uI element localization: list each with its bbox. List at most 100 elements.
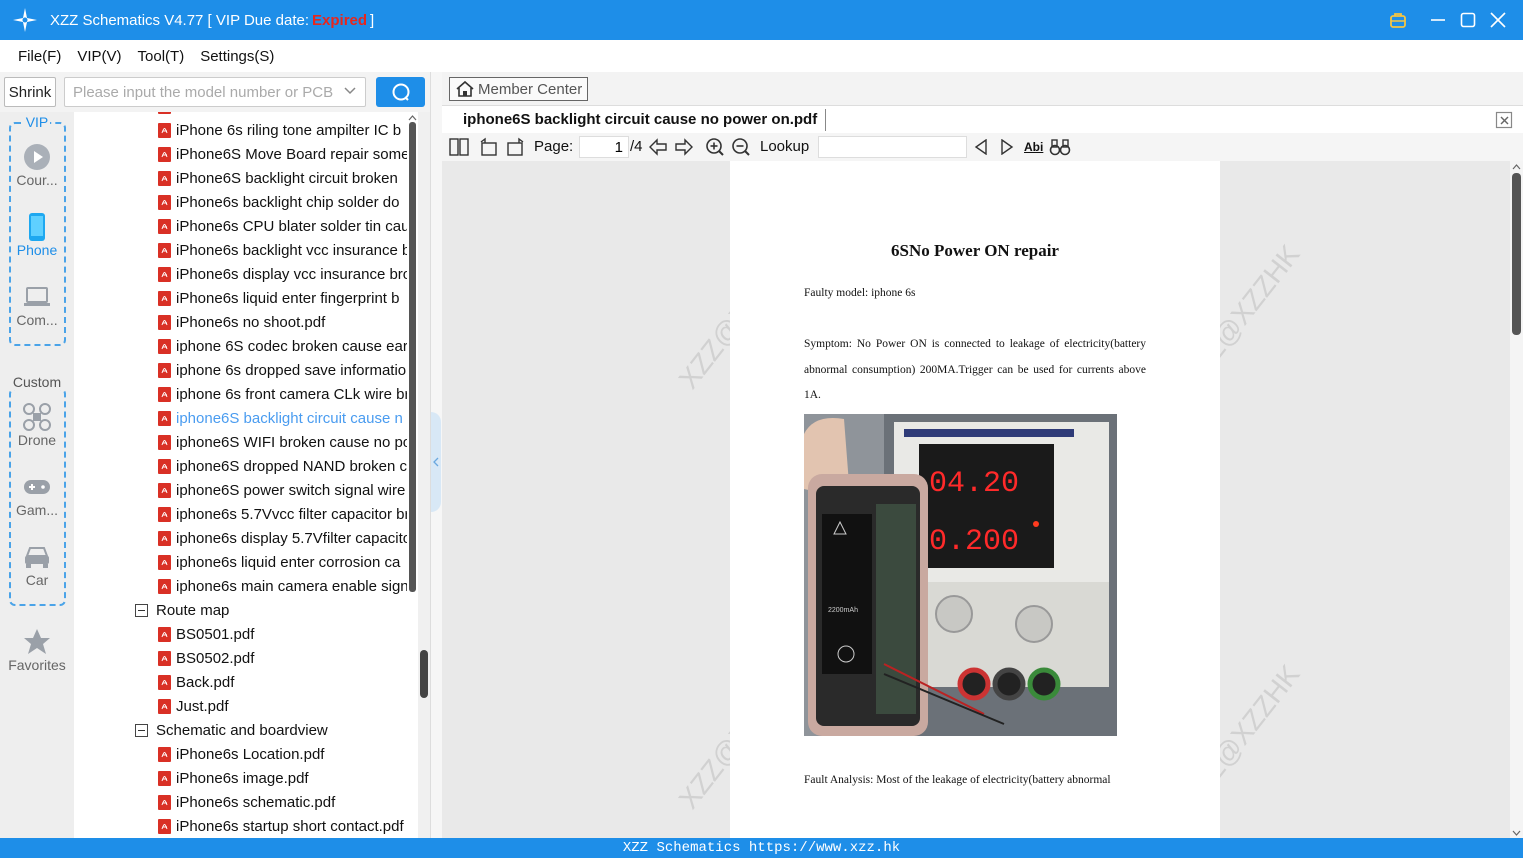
close-document-icon[interactable] [1495, 111, 1513, 133]
menu-bar: File(F) VIP(V) Tool(T) Settings(S) [0, 40, 1523, 72]
rail-item-drone[interactable]: Drone [0, 402, 74, 448]
tree-file-item[interactable]: iphone6S power switch signal wire [158, 478, 405, 502]
rail-item-label: Drone [17, 432, 57, 448]
pdf-viewer[interactable]: XZZ@XZZHK XZZ@XZZHK XZZ@XZZHK XZZ@XZZHK … [442, 161, 1510, 838]
tree-file-item[interactable]: iPhone6S Move Board repair some [158, 142, 409, 166]
search-input[interactable] [73, 83, 335, 101]
tree-row-label: iPhone6s image.pdf [176, 769, 309, 787]
tree-file-item[interactable]: Just.pdf [158, 694, 229, 718]
menu-settings[interactable]: Settings(S) [200, 48, 274, 65]
chevron-down-icon[interactable] [343, 84, 357, 102]
tree-file-item[interactable]: iPhone6s image.pdf [158, 766, 309, 790]
match-case-button[interactable]: Abi [1024, 140, 1043, 154]
tree-row-label: iphone 6s dropped save informatio [176, 361, 407, 379]
tree-file-item[interactable]: iphone 6s dropped save informatio [158, 358, 406, 382]
shrink-button[interactable]: Shrink [4, 77, 56, 107]
tree-file-item[interactable]: iphone 6S codec broken cause ear [158, 334, 408, 358]
tree-scrollbar-thumb[interactable] [409, 122, 416, 592]
collapse-handle[interactable] [431, 412, 441, 512]
pdf-file-icon [158, 746, 171, 762]
lookup-input[interactable] [818, 136, 967, 158]
rail-item-games[interactable]: Gam... [0, 472, 74, 518]
tree-folder-route-map[interactable]: Route map [135, 598, 229, 622]
pdf-file-icon [158, 386, 171, 402]
collapse-icon[interactable] [135, 603, 148, 617]
minimize-button[interactable] [1423, 0, 1453, 40]
page-number-input[interactable] [579, 136, 629, 158]
tree-file-item[interactable]: iPhone6s liquid enter fingerprint b [158, 286, 399, 310]
tree-file-item[interactable]: iPhone6s backlight vcc insurance b [158, 238, 410, 262]
tree-row-label: iPhone6s backlight chip solder do [176, 193, 400, 211]
zoom-out-icon[interactable] [731, 136, 751, 158]
search-box [64, 77, 366, 107]
rail-item-label: Car [25, 572, 49, 588]
tree-file-item[interactable]: iphone6S WIFI broken cause no po [158, 430, 411, 454]
rail-item-label: Cour... [16, 172, 58, 188]
next-page-icon[interactable] [674, 136, 694, 158]
vip-bag-icon[interactable] [1383, 0, 1413, 40]
file-tree: iPhone 6s riling tone ampilter IC b iPhon… [74, 112, 418, 838]
maximize-button[interactable] [1453, 0, 1483, 40]
tree-row-label: iPhone 6s riling tone ampilter IC b [176, 121, 402, 139]
two-page-view-icon[interactable] [449, 136, 469, 158]
rail-item-courses[interactable]: Cour... [0, 142, 74, 188]
rail-item-computer[interactable]: Com... [0, 282, 74, 328]
home-icon [456, 80, 474, 97]
tree-file-item[interactable]: iPhone6s display vcc insurance bro [158, 262, 411, 286]
viewer-scrollbar-thumb[interactable] [1512, 173, 1521, 335]
tree-file-item[interactable]: iphone6s main camera enable sign [158, 574, 409, 598]
tree-scrollbar[interactable] [407, 112, 418, 838]
menu-vip[interactable]: VIP(V) [77, 48, 121, 65]
tree-folder-schematic[interactable]: Schematic and boardview [135, 718, 328, 742]
collapse-icon[interactable] [135, 723, 148, 737]
tree-file-item[interactable]: iphone6s display 5.7Vfilter capacito [158, 526, 411, 550]
rotate-right-icon[interactable] [505, 136, 525, 158]
document-tab[interactable]: iphone6S backlight circuit cause no powe… [442, 105, 1523, 133]
tree-file-item[interactable]: iPhone6s startup short contact.pdf [158, 814, 404, 838]
panel-scrollbar[interactable] [418, 112, 430, 838]
pdf-file-icon [158, 194, 171, 210]
viewer-scrollbar[interactable] [1510, 161, 1523, 838]
pdf-file-icon [158, 122, 171, 138]
tree-row-label: iPhone6s startup short contact.pdf [176, 817, 404, 835]
rail-item-car[interactable]: Car [0, 542, 74, 588]
panel-splitter[interactable] [430, 72, 442, 838]
title-bar: XZZ Schematics V4.77 [ VIP Due date: Exp… [0, 0, 1523, 40]
lookup-label: Lookup [760, 138, 810, 155]
tree-file-item[interactable]: Back.pdf [158, 670, 234, 694]
tree-file-item[interactable]: iPhone6S backlight circuit broken [158, 166, 398, 190]
tree-file-item[interactable]: iPhone6s Location.pdf [158, 742, 324, 766]
panel-scrollbar-thumb[interactable] [420, 650, 428, 698]
search-button[interactable] [376, 77, 425, 107]
tree-file-item[interactable]: iphone6s liquid enter corrosion ca [158, 550, 400, 574]
zoom-in-icon[interactable] [705, 136, 725, 158]
tree-file-item[interactable]: iphone6s 5.7Vvcc filter capacitor br [158, 502, 409, 526]
binoculars-icon[interactable] [1049, 136, 1071, 158]
tree-file-item[interactable]: iPhone6s CPU blater solder tin cau [158, 214, 409, 238]
previous-page-icon[interactable] [648, 136, 668, 158]
member-center-button[interactable]: Member Center [449, 77, 588, 101]
pdf-file-icon [158, 482, 171, 498]
tree-file-item[interactable]: iPhone6s schematic.pdf [158, 790, 335, 814]
rail-item-favorites[interactable]: Favorites [0, 627, 74, 673]
rotate-left-icon[interactable] [479, 136, 499, 158]
menu-file[interactable]: File(F) [18, 48, 61, 65]
tree-file-item[interactable]: iPhone 6s riling tone ampilter IC b [158, 118, 401, 142]
custom-group-label: Custom [11, 374, 63, 390]
close-button[interactable] [1483, 0, 1513, 40]
tree-file-item[interactable]: iphone 6s front camera CLk wire br [158, 382, 409, 406]
tree-file-item[interactable]: iphone6S backlight circuit cause n [158, 406, 403, 430]
tree-row-label: iphone6S power switch signal wire [176, 481, 406, 499]
tree-file-item[interactable]: iphone6S dropped NAND broken c [158, 454, 407, 478]
tree-file-item[interactable]: iPhone6s backlight chip solder do [158, 190, 399, 214]
rail-item-phone[interactable]: Phone [0, 212, 74, 258]
pdf-file-icon [158, 506, 171, 522]
tree-file-item[interactable]: BS0502.pdf [158, 646, 254, 670]
tree-file-item[interactable]: iPhone6s no shoot.pdf [158, 310, 325, 334]
find-previous-icon[interactable] [972, 136, 990, 158]
pdf-file-icon [158, 362, 171, 378]
menu-tool[interactable]: Tool(T) [138, 48, 185, 65]
find-next-icon[interactable] [998, 136, 1016, 158]
tree-row-label: iPhone6s schematic.pdf [176, 793, 336, 811]
tree-file-item[interactable]: BS0501.pdf [158, 622, 254, 646]
